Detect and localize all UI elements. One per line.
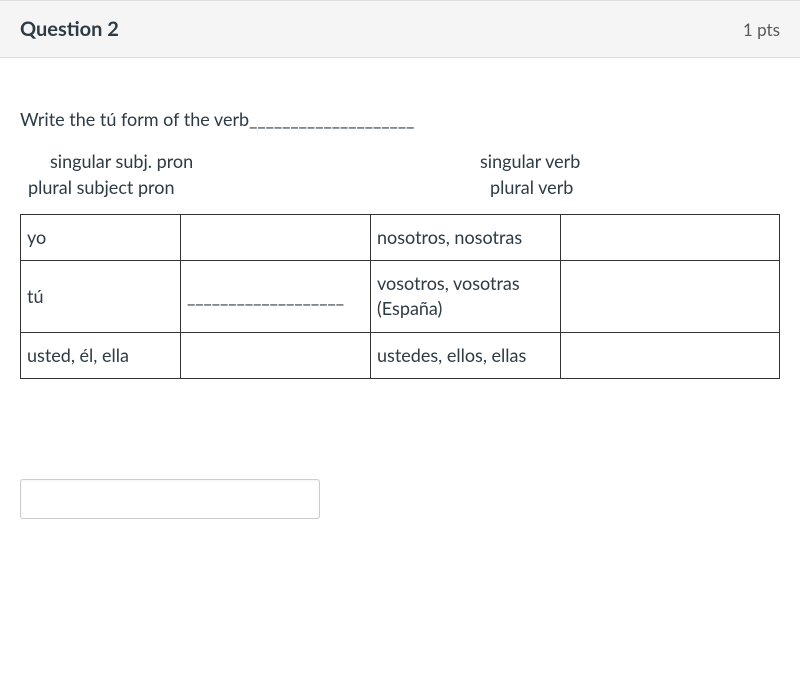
label-plural-subj: plural subject pron <box>20 176 400 198</box>
question-prompt: Write the tú form of the verb___________… <box>20 108 780 130</box>
cell-pl-verb <box>561 215 780 261</box>
question-body: Write the tú form of the verb___________… <box>0 58 800 539</box>
answer-input[interactable] <box>20 479 320 519</box>
cell-sg-verb <box>181 332 371 378</box>
table-row: usted, él, ella ustedes, ellos, ellas <box>21 332 780 378</box>
cell-sg-pron: usted, él, ella <box>21 332 181 378</box>
conjugation-table: yo nosotros, nosotras tú _______________… <box>20 214 780 379</box>
cell-sg-pron: yo <box>21 215 181 261</box>
cell-sg-pron: tú <box>21 261 181 332</box>
label-singular-subj: singular subj. pron <box>20 150 400 172</box>
table-row: yo nosotros, nosotras <box>21 215 780 261</box>
cell-pl-pron: nosotros, nosotras <box>371 215 561 261</box>
labels-row-singular: singular subj. pron singular verb <box>20 150 780 172</box>
question-title: Question 2 <box>20 17 119 41</box>
cell-pl-verb <box>561 332 780 378</box>
question-header: Question 2 1 pts <box>0 0 800 58</box>
cell-sg-verb <box>181 215 371 261</box>
cell-pl-pron: ustedes, ellos, ellas <box>371 332 561 378</box>
cell-pl-verb <box>561 261 780 332</box>
question-points: 1 pts <box>743 19 780 40</box>
label-plural-verb: plural verb <box>400 176 780 198</box>
cell-pl-pron: vosotros, vosotras (España) <box>371 261 561 332</box>
label-singular-verb: singular verb <box>400 150 780 172</box>
labels-row-plural: plural subject pron plural verb <box>20 176 780 198</box>
cell-sg-verb: ___________________ <box>181 261 371 332</box>
table-row: tú ___________________ vosotros, vosotra… <box>21 261 780 332</box>
